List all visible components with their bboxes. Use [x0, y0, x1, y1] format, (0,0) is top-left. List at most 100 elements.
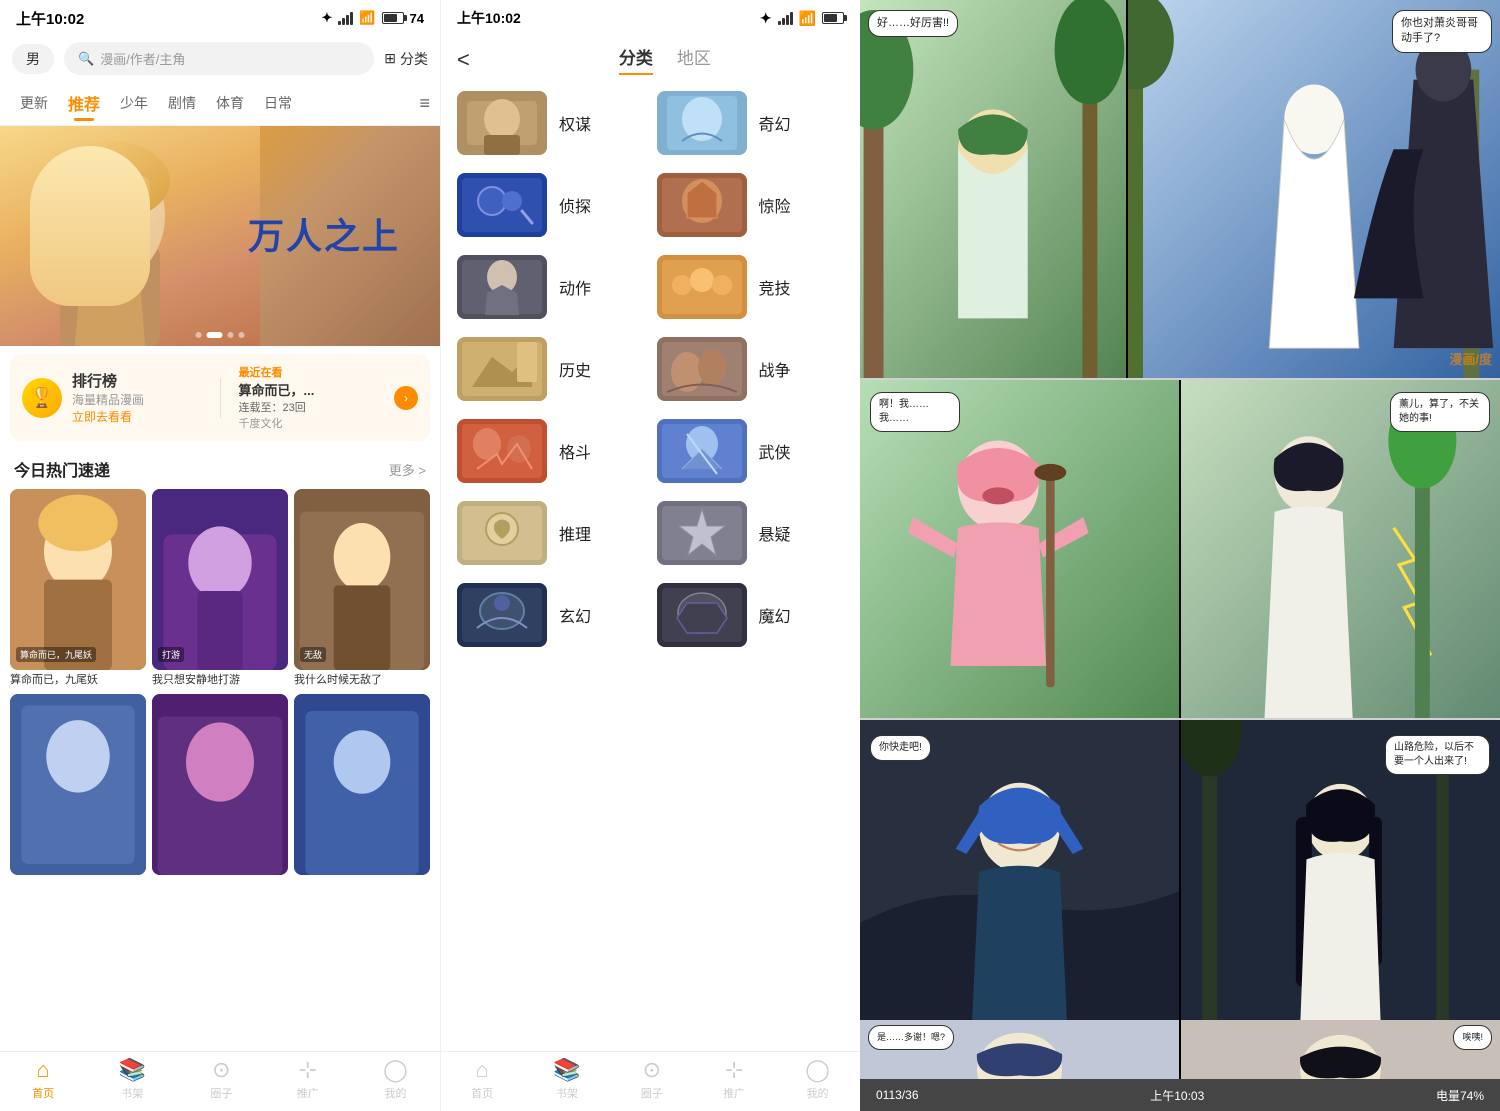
cat-item-zhanzheng[interactable]: 战争 — [657, 337, 845, 401]
tab-daily[interactable]: 日常 — [254, 87, 302, 119]
banner-character-svg — [0, 126, 260, 346]
cat-item-quanmou[interactable]: 权谋 — [457, 91, 645, 155]
promote-icon: ⊹ — [299, 1057, 317, 1083]
cat-name-jingji: 竞技 — [759, 275, 791, 299]
tab-sports[interactable]: 体育 — [206, 87, 254, 119]
grid-icon: ⊞ — [384, 50, 396, 67]
cat-item-xuanyi[interactable]: 悬疑 — [657, 501, 845, 565]
speech-bubble-p2-left: 啊！我……我…… — [870, 392, 960, 432]
comic-page-1: 好……好厉害!! — [860, 0, 1500, 380]
cat-name-zhentan: 侦探 — [559, 193, 591, 217]
cat-name-zhanzheng: 战争 — [759, 357, 791, 381]
cat-bottom-shelf[interactable]: 📚 书架 — [553, 1057, 580, 1101]
more-button[interactable]: 更多 > — [389, 460, 426, 479]
user-icon: ◯ — [383, 1057, 408, 1083]
list-item[interactable]: 算命而已，九尾妖 算命而已，九尾妖 — [10, 489, 146, 688]
cat-item-dongzuo[interactable]: 动作 — [457, 255, 645, 319]
cat-item-zhentan[interactable]: 侦探 — [457, 173, 645, 237]
comic-page-3: 你快走吧! 山路危险，以后不要一个 — [860, 720, 1500, 1020]
list-item[interactable]: 打游 我只想安静地打游 — [152, 489, 288, 688]
list-item[interactable] — [294, 694, 430, 878]
cat-item-gedou[interactable]: 格斗 — [457, 419, 645, 483]
cat-item-qihuan[interactable]: 奇幻 — [657, 91, 845, 155]
cat-bottom-promote[interactable]: ⊹ 推广 — [723, 1057, 745, 1101]
cat-item-jingxian[interactable]: 惊险 — [657, 173, 845, 237]
tab-update[interactable]: 更新 — [10, 87, 58, 119]
back-button[interactable]: < — [457, 47, 470, 73]
banner[interactable]: 万人之上 — [0, 126, 440, 346]
recent-read[interactable]: 最近在看 算命而已，... 连载至：23回 千度文化 — [231, 364, 385, 431]
cat-promote-icon: ⊹ — [725, 1057, 743, 1083]
cat-shelf-label: 书架 — [556, 1085, 578, 1101]
comic-panel-rt: 你也对萧炎哥哥动手了? 漫画/度 — [1128, 0, 1500, 378]
cat-header: < 分类 地区 — [441, 36, 860, 83]
cat-row: 动作 竞技 — [457, 255, 844, 319]
recent-read-label: 最近在看 — [239, 364, 283, 380]
cat-item-lishi[interactable]: 历史 — [457, 337, 645, 401]
cat-name-quanmou: 权谋 — [559, 111, 591, 135]
cat-thumb-tuili — [457, 501, 547, 565]
search-placeholder: 漫画/作者/主角 — [100, 49, 185, 68]
cat-item-tuili[interactable]: 推理 — [457, 501, 645, 565]
tab-drama[interactable]: 剧情 — [158, 87, 206, 119]
home-header: 男 🔍 漫画/作者/主角 ⊞ 分类 — [0, 36, 440, 81]
comic-panel-4r: 唉咦! — [1181, 1020, 1500, 1079]
tab-shonen[interactable]: 少年 — [110, 87, 158, 119]
banner-dots — [196, 332, 245, 338]
cat-thumb-dongzuo — [457, 255, 547, 319]
signal-icon — [338, 12, 353, 25]
cat-name-xuanyi: 悬疑 — [759, 521, 791, 545]
cat-mine-label: 我的 — [807, 1085, 829, 1101]
bottom-nav-promote[interactable]: ⊹ 推广 — [297, 1057, 319, 1101]
bottom-nav-circle[interactable]: ⊙ 圈子 — [210, 1057, 232, 1101]
cat-thumb-lishi — [457, 337, 547, 401]
ranking-link[interactable]: 立即去看看 — [72, 408, 210, 425]
circle-icon: ⊙ — [212, 1057, 230, 1083]
cat-item-wuxia[interactable]: 武侠 — [657, 419, 845, 483]
cat-bottom-home[interactable]: ⌂ 首页 — [471, 1057, 493, 1101]
bottom-circle-label: 圈子 — [210, 1085, 232, 1101]
list-item[interactable] — [10, 694, 146, 878]
cat-signal-icon — [778, 12, 793, 25]
gender-button[interactable]: 男 — [12, 44, 54, 74]
cat-item-mohuan[interactable]: 魔幻 — [657, 583, 845, 647]
cat-thumb-jingxian — [657, 173, 747, 237]
speech-bubble-p4-right: 唉咦! — [1453, 1025, 1492, 1050]
list-item[interactable]: 无敌 我什么时候无敌了 — [294, 489, 430, 688]
cat-bottom-circle[interactable]: ⊙ 圈子 — [641, 1057, 663, 1101]
tab-category[interactable]: 分类 — [619, 44, 653, 75]
banner-image — [0, 126, 260, 346]
cat-item-xuanhuan[interactable]: 玄幻 — [457, 583, 645, 647]
cat-name-dongzuo: 动作 — [559, 275, 591, 299]
bottom-nav-home[interactable]: ⌂ 首页 — [32, 1057, 54, 1101]
tab-recommend[interactable]: 推荐 — [58, 85, 110, 121]
cat-name-xuanhuan: 玄幻 — [559, 603, 591, 627]
cat-home-label: 首页 — [471, 1085, 493, 1101]
comic-panel-3r: 山路危险，以后不要一个人出来了! — [1181, 720, 1500, 1020]
recent-arrow-button[interactable]: › — [394, 386, 418, 410]
list-item[interactable] — [152, 694, 288, 878]
cat-circle-icon: ⊙ — [643, 1057, 661, 1083]
battery-label: 74 — [410, 11, 424, 26]
bottom-nav-shelf[interactable]: 📚 书架 — [119, 1057, 146, 1101]
cat-battery-icon — [822, 12, 844, 24]
cover-label-1: 算命而已，九尾妖 — [16, 647, 96, 662]
cat-bottom-mine[interactable]: ◯ 我的 — [805, 1057, 830, 1101]
search-bar[interactable]: 🔍 漫画/作者/主角 — [64, 42, 374, 75]
cat-thumb-zhanzheng — [657, 337, 747, 401]
reader-pages[interactable]: 好……好厉害!! — [860, 0, 1500, 1079]
bottom-nav-mine[interactable]: ◯ 我的 — [383, 1057, 408, 1101]
reader-status-bar: 0113/36 上午10:03 电量74% — [860, 1079, 1500, 1111]
category-button[interactable]: ⊞ 分类 — [384, 49, 428, 69]
cat-item-jingji[interactable]: 竞技 — [657, 255, 845, 319]
ranking-title: 排行榜 — [72, 370, 210, 391]
search-icon: 🔍 — [78, 51, 94, 67]
speech-bubble-p4-left: 是……多谢！嗯? — [868, 1025, 954, 1050]
nav-more-button[interactable]: ≡ — [419, 93, 430, 114]
speech-bubble-p3-left: 你快走吧! — [870, 735, 931, 761]
cat-thumb-mohuan — [657, 583, 747, 647]
ranking-bar[interactable]: 🏆 排行榜 海量精品漫画 立即去看看 最近在看 算命而已，... 连载至：23回… — [10, 354, 430, 441]
cat-thumb-zhentan — [457, 173, 547, 237]
recent-read-title: 算命而已，... — [239, 380, 315, 399]
tab-region[interactable]: 地区 — [677, 44, 711, 75]
